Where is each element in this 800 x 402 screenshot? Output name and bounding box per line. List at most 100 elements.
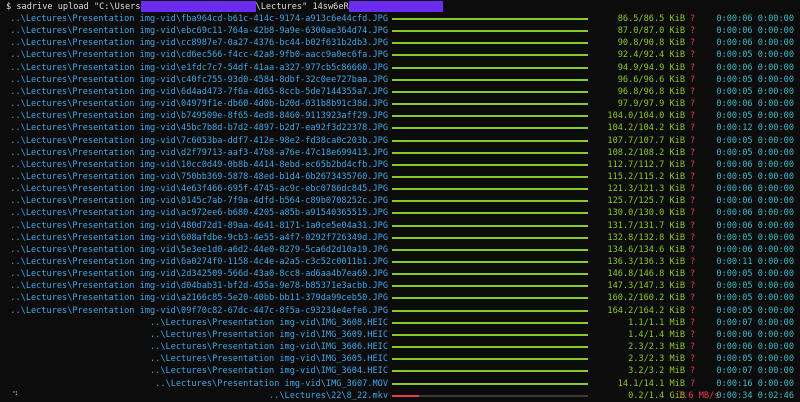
- file-path: ..\Lectures\Presentation img-vid\ebc69c1…: [10, 26, 388, 37]
- redacted-folder-id: [348, 1, 443, 12]
- elapsed-remaining-time: 0:00:05 0:00:00: [716, 135, 794, 146]
- upload-row: ..\Lectures\Presentation img-vid\ac972ee…: [0, 207, 800, 219]
- progress-bar: [392, 333, 588, 336]
- file-path: ..\Lectures\Presentation img-vid\09f70c8…: [10, 305, 388, 316]
- progress-bar-fill: [392, 54, 588, 57]
- upload-row: ..\Lectures\Presentation img-vid\10cc0d4…: [0, 159, 800, 171]
- progress-bar: [392, 321, 588, 324]
- progress-bar-fill: [392, 78, 588, 81]
- elapsed-remaining-time: 0:00:05 0:00:00: [716, 281, 794, 292]
- file-size: 92.4/92.4 KiB: [617, 50, 685, 61]
- upload-row: ..\Lectures\Presentation img-vid\cd6ec56…: [0, 49, 800, 61]
- progress-bar: [392, 151, 588, 154]
- progress-bar-fill: [392, 18, 588, 20]
- file-size: 107.7/107.7 KiB: [607, 135, 685, 146]
- upload-row: ..\Lectures\Presentation img-vid\ebc69c1…: [0, 25, 800, 37]
- file-size: 115.2/115.2 KiB: [607, 171, 685, 182]
- elapsed-remaining-time: 0:00:05 0:00:00: [716, 86, 794, 97]
- upload-row: ..\Lectures\Presentation img-vid\IMG_360…: [0, 378, 800, 390]
- progress-bar: [392, 224, 588, 227]
- progress-bar: [392, 90, 588, 93]
- upload-row: ..\Lectures\Presentation img-vid\5e3ee1d…: [0, 244, 800, 256]
- file-path: ..\Lectures\Presentation img-vid\750bb36…: [10, 171, 388, 182]
- file-path: ..\Lectures\Presentation img-vid\ac972ee…: [10, 208, 388, 219]
- file-size: 104.0/104.0 KiB: [607, 111, 685, 122]
- upload-row: ..\Lectures\Presentation img-vid\d04bab3…: [0, 280, 800, 292]
- file-size: 2.3/2.3 MiB: [628, 342, 685, 353]
- progress-bar-fill: [392, 297, 588, 300]
- elapsed-remaining-time: 0:00:06 0:00:00: [716, 159, 794, 170]
- progress-bar-fill: [392, 358, 588, 361]
- file-size: 104.2/104.2 KiB: [607, 123, 685, 134]
- file-path: ..\Lectures\Presentation img-vid\04979f1…: [10, 99, 388, 110]
- file-path: ..\Lectures\Presentation img-vid\480d72d…: [10, 220, 388, 231]
- elapsed-remaining-time: 0:00:05 0:00:00: [716, 354, 794, 365]
- elapsed-remaining-time: 0:00:06 0:00:00: [716, 14, 794, 24]
- progress-bar: [392, 188, 588, 191]
- progress-bar: [392, 285, 588, 288]
- file-size: 97.9/97.9 KiB: [617, 99, 685, 110]
- progress-bar: [392, 175, 588, 178]
- progress-bar: [392, 42, 588, 45]
- progress-bar-fill: [392, 163, 588, 166]
- upload-row: ..\Lectures\Presentation img-vid\750bb36…: [0, 171, 800, 183]
- file-path: ..\Lectures\Presentation img-vid\7c6053b…: [10, 135, 388, 146]
- progress-bar: [392, 382, 588, 385]
- upload-row: ..\Lectures\Presentation img-vid\IMG_360…: [0, 317, 800, 329]
- progress-bar: [392, 248, 588, 251]
- file-path: ..\Lectures\Presentation img-vid\2d34250…: [10, 269, 388, 280]
- upload-row: ..\Lectures\Presentation img-vid\e1fdc7c…: [0, 62, 800, 74]
- file-path: ..\Lectures\Presentation img-vid\cd6ec56…: [10, 50, 388, 61]
- file-size: 3.2/3.2 MiB: [628, 366, 685, 377]
- progress-bar-fill: [392, 309, 588, 312]
- elapsed-remaining-time: 0:00:06 0:00:00: [716, 26, 794, 37]
- file-path: ..\Lectures\Presentation img-vid\45bc7b8…: [10, 123, 388, 134]
- file-size: 164.2/164.2 KiB: [607, 305, 685, 316]
- progress-bar-fill: [392, 261, 588, 263]
- progress-bar: [392, 30, 588, 33]
- progress-bar-fill: [392, 212, 588, 215]
- progress-bar-fill: [392, 321, 588, 324]
- progress-bar-fill: [392, 285, 588, 288]
- file-path: ..\Lectures\Presentation img-vid\8145c7a…: [10, 196, 388, 207]
- upload-row: ..\Lectures\Presentation img-vid\7c6053b…: [0, 135, 800, 147]
- file-size: 1.4/1.4 MiB: [628, 329, 685, 340]
- elapsed-remaining-time: 0:00:05 0:00:00: [716, 171, 794, 182]
- upload-row: ..\Lectures\Presentation img-vid\6a0274f…: [0, 256, 800, 268]
- file-path: ..\Lectures\Presentation img-vid\IMG_360…: [155, 378, 388, 389]
- progress-bar: [392, 163, 588, 166]
- progress-bar-fill: [392, 66, 588, 69]
- progress-bar: [392, 273, 588, 276]
- upload-row: ..\Lectures\Presentation img-vid\fba964c…: [0, 13, 800, 25]
- upload-row: ..\Lectures\Presentation img-vid\2d34250…: [0, 268, 800, 280]
- progress-bar-fill: [392, 333, 588, 336]
- file-size: 14.1/14.1 MiB: [617, 378, 685, 389]
- progress-bar-fill: [392, 115, 588, 118]
- elapsed-remaining-time: 0:00:06 0:00:00: [716, 329, 794, 340]
- upload-row: ..\Lectures\Presentation img-vid\IMG_360…: [0, 341, 800, 353]
- file-size: 112.7/112.7 KiB: [607, 159, 685, 170]
- elapsed-remaining-time: 0:00:05 0:00:00: [716, 305, 794, 316]
- file-path: ..\Lectures\Presentation img-vid\a2166c8…: [10, 293, 388, 304]
- elapsed-remaining-time: 0:00:07 0:00:00: [716, 317, 794, 328]
- command-mid: \Lectures" 14sw6eR: [255, 2, 349, 12]
- file-path: ..\Lectures\Presentation img-vid\IMG_360…: [150, 354, 388, 365]
- progress-bar-fill: [392, 127, 588, 130]
- upload-row: ..\Lectures\Presentation img-vid\09f70c8…: [0, 305, 800, 317]
- progress-bar-fill: [392, 236, 588, 239]
- file-path: ..\Lectures\Presentation img-vid\IMG_360…: [150, 366, 388, 377]
- file-size: 132.8/132.8 KiB: [607, 232, 685, 243]
- file-path: ..\Lectures\Presentation img-vid\c40fc75…: [10, 74, 388, 85]
- file-size: 121.3/121.3 KiB: [607, 184, 685, 195]
- progress-bar-fill: [392, 103, 588, 106]
- terminal-window[interactable]: $ sadrive upload "C:\Users \Lectures" 14s…: [0, 0, 800, 401]
- progress-bar-fill: [392, 139, 588, 142]
- upload-row: ..\Lectures\Presentation img-vid\IMG_360…: [0, 353, 800, 365]
- upload-row: ..\Lectures\Presentation img-vid\d2f7971…: [0, 147, 800, 159]
- elapsed-remaining-time: 0:00:06 0:00:00: [716, 196, 794, 207]
- upload-row: ..\Lectures\Presentation img-vid\IMG_360…: [0, 329, 800, 341]
- progress-bar: [392, 66, 588, 69]
- elapsed-remaining-time: 0:00:07 0:00:00: [716, 366, 794, 377]
- progress-bar: [392, 346, 588, 349]
- file-size: 125.7/125.7 KiB: [607, 196, 685, 207]
